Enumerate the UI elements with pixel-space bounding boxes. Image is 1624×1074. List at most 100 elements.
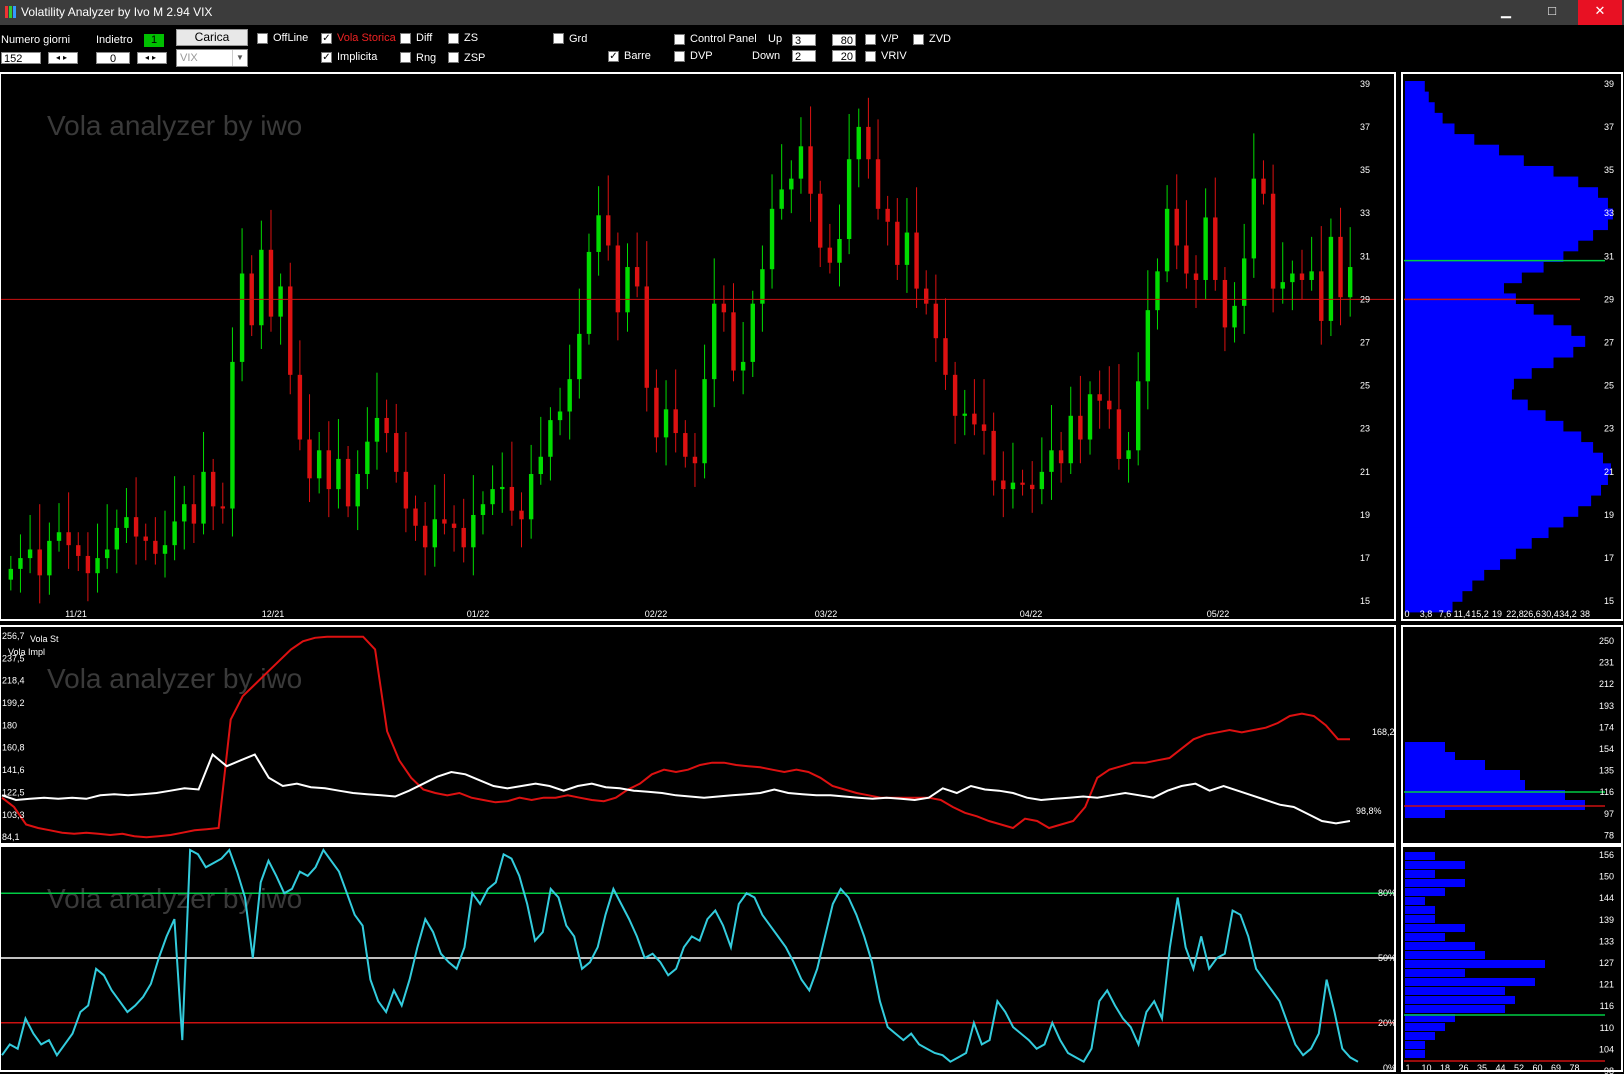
candle-body <box>336 458 341 490</box>
candle-body <box>827 247 833 263</box>
candle-body <box>1232 305 1237 328</box>
profile-bar <box>1405 219 1608 231</box>
profile-bar <box>1405 208 1613 220</box>
profile-bar <box>1405 261 1544 273</box>
candle-body <box>162 545 168 554</box>
candle-body <box>856 126 861 160</box>
profile-y-tick: 104 <box>1599 1044 1614 1054</box>
profile-y-tick: 116 <box>1600 1001 1614 1011</box>
profile-x-tick: 60 <box>1532 1063 1542 1073</box>
candle-body <box>461 527 466 548</box>
candle-body <box>1338 236 1343 298</box>
profile-x-tick: 18 <box>1440 1063 1450 1073</box>
candle-body <box>490 489 495 505</box>
y-tick-label: 39 <box>1360 79 1370 89</box>
profile-bar <box>1405 123 1455 135</box>
profile-bar <box>1405 906 1435 914</box>
candle-body <box>577 333 582 380</box>
profile-bar <box>1405 978 1535 986</box>
profile-x-tick: 35 <box>1477 1063 1487 1073</box>
oscillator-line <box>1 848 1359 1064</box>
y-tick-label: 23 <box>1360 424 1370 434</box>
candle-body <box>933 303 939 339</box>
profile-bar <box>1405 420 1564 432</box>
panel-frames <box>0 72 1623 1072</box>
profile-x-tick: 34,2 <box>1559 609 1577 619</box>
candle-body <box>567 379 572 412</box>
candle-body <box>133 517 139 537</box>
candle-body <box>943 338 948 375</box>
candle-body <box>1087 394 1093 440</box>
profile-bar <box>1405 197 1608 209</box>
candle-body <box>962 413 967 416</box>
candle-body <box>663 409 669 438</box>
candle-body <box>615 245 621 313</box>
profile-x-tick: 15,2 <box>1471 609 1489 619</box>
profile-bar <box>1405 942 1475 950</box>
profile-y-tick: 156 <box>1599 850 1614 860</box>
x-tick-label: 05/22 <box>1207 609 1230 619</box>
candle-body <box>712 303 717 380</box>
profile-bar <box>1405 879 1465 887</box>
volume-profile-oscillator: 156150144139133127121116110104981 10 18 26 3… <box>1404 850 1614 1074</box>
candle-body <box>432 519 437 548</box>
profile-x-tick: 44 <box>1495 1063 1505 1073</box>
candle-body <box>104 549 110 559</box>
candle-body <box>114 527 120 550</box>
candle-body <box>1280 282 1285 289</box>
y-tick-label: 17 <box>1360 553 1370 563</box>
profile-bar <box>1405 314 1554 326</box>
date-x-axis: 11/21 12/21 01/22 02/22 03/22 04/22 05/22 <box>65 609 1229 619</box>
candle-body <box>837 239 842 263</box>
profile-bar <box>1405 1050 1425 1058</box>
x-tick-label: 03/22 <box>815 609 838 619</box>
candle-body <box>230 361 235 509</box>
profile-bar <box>1405 335 1586 347</box>
candle-body <box>895 221 900 265</box>
profile-y-tick: 78 <box>1604 830 1614 840</box>
candle-body <box>875 159 881 209</box>
profile-bar <box>1405 346 1574 358</box>
candle-body <box>740 361 746 371</box>
profile-bar <box>1405 442 1594 454</box>
candle-body <box>124 517 129 528</box>
profile-bar <box>1405 897 1425 905</box>
profile-bar <box>1405 951 1485 959</box>
profile-bar <box>1405 808 1445 818</box>
candle-body <box>528 474 534 520</box>
profile-y-tick: 193 <box>1599 701 1614 711</box>
profile-bar <box>1405 1032 1435 1040</box>
candle-body <box>634 267 640 287</box>
candle-body <box>1261 178 1266 194</box>
profile-bar <box>1405 91 1429 103</box>
profile-bar <box>1405 969 1465 977</box>
candle-body <box>442 519 447 524</box>
candle-body <box>297 374 303 440</box>
vola-impl-last-value: 98,8% <box>1356 806 1382 816</box>
level-label-20: 20% <box>1378 1018 1396 1028</box>
watermark-1: Vola analyzer by iwo <box>47 110 302 141</box>
candle-body <box>866 126 871 160</box>
profile-x-tick: 3,8 <box>1420 609 1433 619</box>
candle-body <box>1290 273 1295 283</box>
candle-body <box>1164 208 1170 272</box>
candle-body <box>972 413 977 425</box>
y-tick-label: 19 <box>1360 510 1370 520</box>
candle-body <box>153 540 158 554</box>
charts-area: Vola analyzer by iwo Vola analyzer by iw… <box>0 72 1623 1074</box>
profile-bar <box>1405 1005 1505 1013</box>
profile-bar <box>1405 987 1505 995</box>
profile-x-tick: 11,4 <box>1454 609 1471 619</box>
candle-body <box>18 558 23 569</box>
candle-body <box>355 474 360 507</box>
candle-body <box>27 549 33 559</box>
candle-body <box>471 514 476 548</box>
profile-y-tick: 127 <box>1599 958 1614 968</box>
candle-body <box>1184 245 1189 274</box>
profile-x-tick: 0 <box>1404 609 1409 619</box>
profile-y-tick: 139 <box>1599 915 1614 925</box>
level-label-0: 0% <box>1383 1063 1396 1073</box>
candle-body <box>316 450 322 479</box>
profile-bar <box>1405 431 1582 443</box>
candle-body <box>1213 217 1218 280</box>
